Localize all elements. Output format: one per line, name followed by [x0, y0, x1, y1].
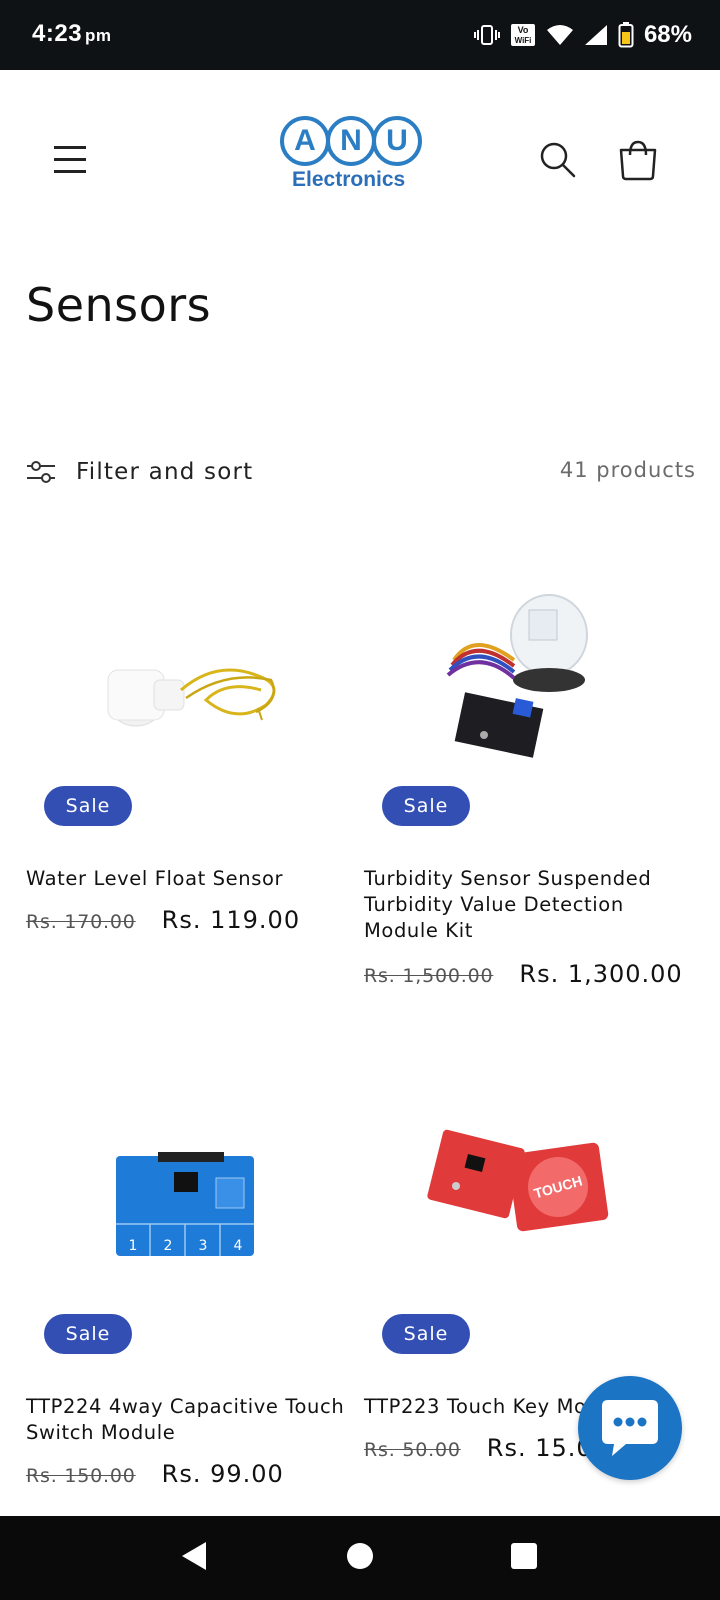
product-prices: Rs. 170.00 Rs. 119.00: [26, 906, 300, 934]
product-count: 41 products: [559, 458, 696, 482]
filter-label: Filter and sort: [76, 459, 254, 485]
product-prices: Rs. 150.00 Rs. 99.00: [26, 1460, 284, 1488]
chat-button[interactable]: [578, 1376, 682, 1480]
wifi-text: WiFi: [515, 36, 532, 45]
vibrate-icon: [473, 25, 500, 45]
logo-letter: U: [372, 116, 422, 166]
product-name[interactable]: TTP224 4way Capacitive Touch Switch Modu…: [26, 1394, 346, 1446]
status-time: 4:23 pm: [32, 20, 112, 48]
page-title: Sensors: [26, 278, 212, 332]
menu-line: [54, 146, 86, 149]
status-bar: 4:23 pm Vo WiFi 68%: [0, 0, 720, 70]
filter-row: Filter and sort 41 products: [26, 452, 696, 492]
chat-bubble-icon: [602, 1400, 658, 1456]
battery-icon: [618, 22, 634, 48]
original-price: Rs. 50.00: [364, 1439, 461, 1461]
sale-price: Rs. 1,300.00: [519, 960, 683, 988]
original-price: Rs. 170.00: [26, 911, 136, 933]
wifi-icon: [546, 25, 573, 45]
sale-badge: Sale: [44, 1314, 132, 1354]
product-name[interactable]: Water Level Float Sensor: [26, 866, 346, 892]
back-icon[interactable]: [180, 1540, 210, 1572]
pad-label: 3: [199, 1238, 208, 1254]
original-price: Rs. 1,500.00: [364, 965, 494, 987]
filter-sliders-icon: [27, 461, 55, 483]
logo-letter: A: [280, 116, 330, 166]
status-time-value: 4:23: [32, 20, 83, 47]
site-header: A N U Electronics: [0, 70, 720, 250]
sale-price: Rs. 119.00: [161, 906, 301, 934]
system-nav-bar: [0, 1516, 720, 1600]
sale-price: Rs. 99.00: [161, 1460, 284, 1488]
sale-badge: Sale: [44, 786, 132, 826]
menu-line: [54, 158, 86, 161]
logo-subtitle: Electronics: [292, 168, 406, 191]
battery-percent: 68%: [643, 21, 692, 48]
product-card[interactable]: Sale Water Level Float Sensor Rs. 170.00…: [26, 540, 346, 960]
hamburger-menu-icon[interactable]: [50, 142, 90, 176]
volte-wifi-icon: Vo WiFi: [510, 24, 535, 46]
product-prices: Rs. 50.00 Rs. 15.00: [364, 1434, 609, 1462]
pad-label: 4: [234, 1238, 243, 1254]
recents-icon[interactable]: [510, 1540, 538, 1572]
product-card[interactable]: Sale Turbidity Sensor Suspended Turbidit…: [364, 540, 684, 1020]
volte-text: Vo: [518, 25, 529, 35]
status-icons: Vo WiFi 68%: [473, 20, 692, 50]
pad-label: 2: [164, 1238, 173, 1254]
home-icon[interactable]: [346, 1540, 374, 1572]
sale-badge: Sale: [382, 1314, 470, 1354]
logo-circles: A N U: [280, 116, 440, 166]
original-price: Rs. 150.00: [26, 1465, 136, 1487]
product-card[interactable]: 1 2 3 4 Sale TTP224 4way Capacitive Touc…: [26, 1060, 346, 1500]
cell-signal-icon: [584, 25, 607, 45]
status-time-ampm: pm: [85, 26, 112, 45]
sale-badge: Sale: [382, 786, 470, 826]
cart-icon[interactable]: [616, 138, 660, 182]
product-prices: Rs. 1,500.00 Rs. 1,300.00: [364, 960, 683, 988]
filter-and-sort-button[interactable]: Filter and sort: [26, 452, 253, 492]
site-logo[interactable]: A N U Electronics: [280, 116, 440, 206]
pad-label: 1: [129, 1238, 138, 1254]
menu-line: [54, 170, 86, 173]
product-name[interactable]: Turbidity Sensor Suspended Turbidity Val…: [364, 866, 684, 944]
search-icon[interactable]: [538, 140, 578, 180]
logo-letter: N: [326, 116, 376, 166]
